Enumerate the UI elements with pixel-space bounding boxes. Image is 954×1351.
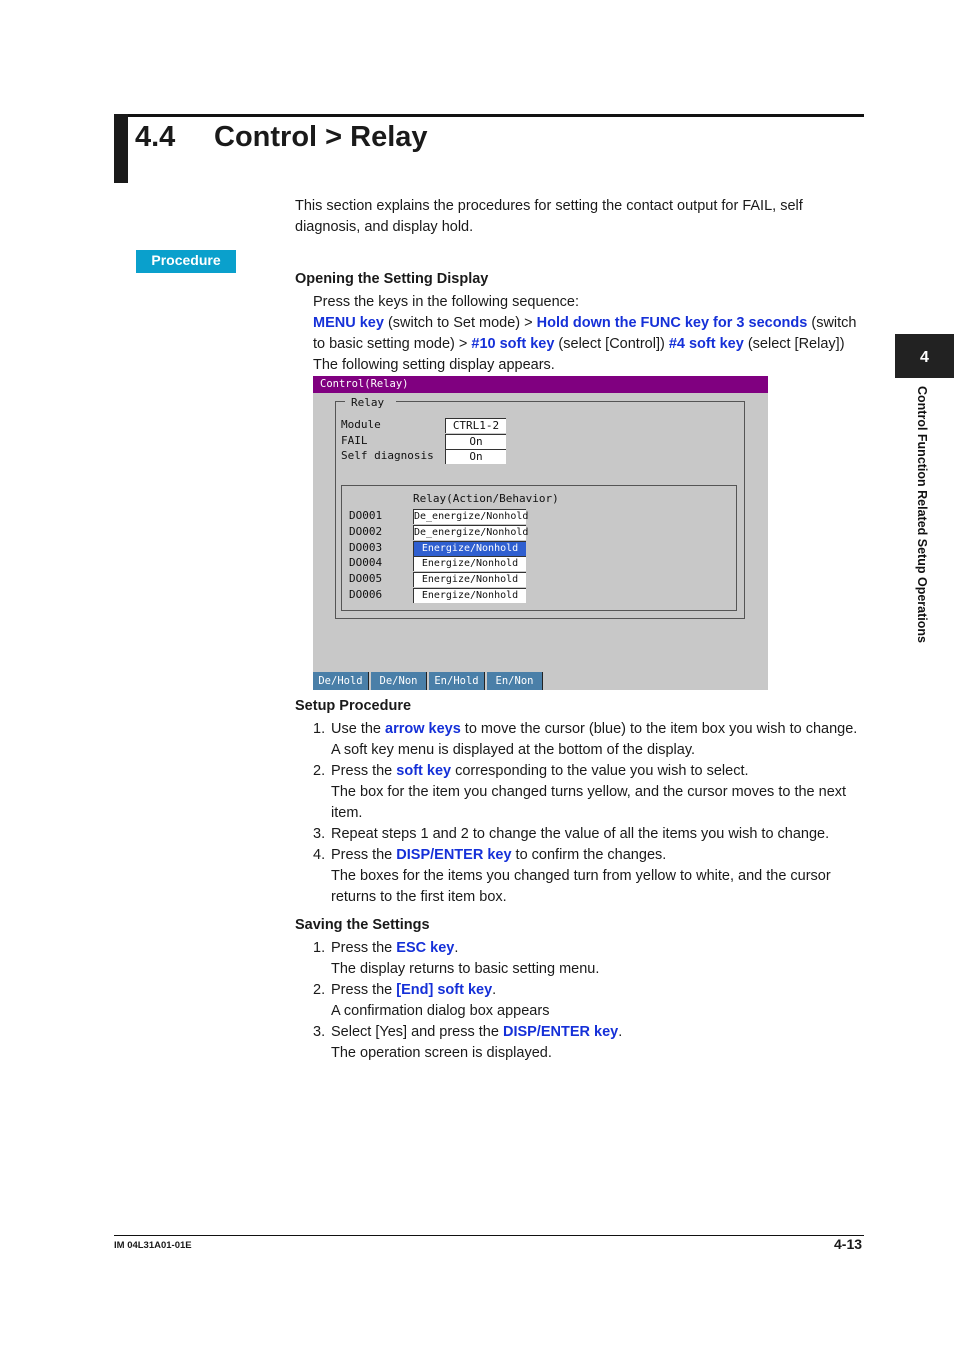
step-number: 1. (313, 940, 326, 956)
relay-value-box[interactable]: Energize/Nonhold (413, 572, 526, 588)
opening-line1: Press the keys in the following sequence… (313, 294, 579, 310)
relay-id: DO006 (349, 588, 383, 601)
key-reference: #10 soft key (471, 336, 555, 352)
step-text: Repeat steps 1 and 2 to change the value… (331, 824, 861, 845)
key-reference: Hold down the FUNC key for 3 seconds (536, 315, 808, 331)
softkey-button[interactable]: De/Non (371, 672, 427, 690)
key-reference: MENU key (313, 315, 384, 331)
footer-rule (114, 1235, 864, 1236)
softkey-button[interactable]: De/Hold (313, 672, 369, 690)
field-label: Self diagnosis (341, 449, 434, 462)
text-run: . (454, 940, 459, 956)
step-note: A confirmation dialog box appears (331, 1003, 550, 1019)
step-text: Use the arrow keys to move the cursor (b… (331, 719, 861, 761)
step-text: Press the ESC key. The display returns to… (331, 938, 861, 980)
relay-action-header: Relay(Action/Behavior) (413, 492, 559, 505)
relay-value-box[interactable]: Energize/Nonhold (413, 556, 526, 572)
text-run: (select [Control]) (554, 336, 669, 352)
key-reference: arrow keys (385, 721, 461, 737)
setup-heading: Setup Procedure (295, 698, 412, 714)
intro-paragraph: This section explains the procedures for… (295, 198, 803, 235)
step-number: 2. (313, 982, 326, 998)
softkey-button[interactable]: En/Hold (429, 672, 485, 690)
text-run: to move the cursor (blue) to the item bo… (460, 721, 858, 737)
key-reference: #4 soft key (668, 336, 744, 352)
text-run: Press the (331, 847, 397, 863)
footer-doc-id: IM 04L31A01-01E (114, 1240, 192, 1251)
relay-value-box-selected[interactable]: Energize/Nonhold (413, 540, 526, 556)
title-bar-marker (114, 114, 128, 183)
step-number: 3. (313, 826, 326, 842)
step-text: Press the [End] soft key. A confirmation … (331, 980, 861, 1022)
softkey-button[interactable]: En/Non (487, 672, 543, 690)
relay-value-box[interactable]: De_energize/Nonhold (413, 524, 528, 540)
text-run: Press the (331, 940, 397, 956)
key-reference: DISP/ENTER key (502, 1024, 619, 1040)
opening-heading: Opening the Setting Display (295, 271, 489, 287)
relay-value-box[interactable]: Energize/Nonhold (413, 588, 526, 603)
key-reference: ESC key (396, 940, 455, 956)
text-run: to confirm the changes. (511, 847, 667, 863)
text-run: (switch to Set mode) > (383, 315, 537, 331)
step-text: Press the soft key corresponding to the … (331, 761, 861, 824)
step-note: The display returns to basic setting men… (331, 961, 600, 977)
field-value-box[interactable]: On (445, 433, 506, 449)
chapter-tab-label: Control Function Related Setup Operation… (915, 386, 929, 643)
step-note: The box for the item you changed turns y… (331, 784, 847, 821)
step-text: Press the DISP/ENTER key to confirm the … (331, 845, 861, 908)
text-run: . (618, 1024, 623, 1040)
text-run: Use the (331, 721, 385, 737)
text-run: Repeat steps 1 and 2 to change the value… (331, 826, 830, 842)
text-run: Press the (331, 763, 397, 779)
screen-title-bar: Control(Relay) (313, 376, 768, 393)
field-label: Module (341, 418, 381, 431)
setting-display-screenshot: Control(Relay) Relay Module CTRL1-2 FAIL On… (313, 376, 768, 690)
key-reference: [End] soft key (396, 982, 493, 998)
relay-id: DO005 (349, 572, 383, 586)
relay-id: DO003 (349, 540, 383, 554)
field-label: FAIL (341, 433, 368, 447)
step-text: Select [Yes] and press the DISP/ENTER ke… (331, 1022, 861, 1064)
field-value-box[interactable]: On (445, 449, 506, 464)
relay-id: DO004 (349, 556, 383, 570)
key-reference: DISP/ENTER key (396, 847, 512, 863)
saving-heading: Saving the Settings (295, 917, 430, 933)
relay-group-label: Relay (345, 396, 397, 409)
section-number: 4.4 (135, 121, 176, 153)
field-value-box[interactable]: CTRL1-2 (445, 418, 506, 433)
procedure-badge: Procedure (136, 250, 236, 273)
footer-page-number: 4-13 (834, 1236, 863, 1252)
step-note: The operation screen is displayed. (331, 1045, 552, 1061)
key-sequence: MENU key (switch to Set mode) > Hold dow… (313, 313, 861, 355)
text-run: corresponding to the value you wish to s… (451, 763, 749, 779)
relay-id: DO001 (349, 509, 383, 522)
text-run: (select [Relay]) (743, 336, 845, 352)
text-run: . (492, 982, 497, 998)
softkey-bar: De/Hold De/Non En/Hold En/Non (313, 672, 545, 690)
step-number: 4. (313, 847, 326, 863)
step-note: The boxes for the items you changed turn… (331, 868, 831, 905)
opening-body: Press the keys in the following sequence… (313, 292, 861, 376)
text-run: Select [Yes] and press the (331, 1024, 503, 1040)
page-title: Control > Relay (214, 121, 428, 153)
opening-line-after: The following setting display appears. (313, 357, 555, 373)
relay-value-box[interactable]: De_energize/Nonhold (413, 509, 528, 524)
title-rule (127, 114, 864, 117)
text-run: Press the (331, 982, 397, 998)
key-reference: soft key (396, 763, 452, 779)
step-number: 2. (313, 763, 326, 779)
step-note: A soft key menu is displayed at the bott… (331, 742, 696, 758)
step-number: 3. (313, 1024, 326, 1040)
chapter-tab: 4 (895, 334, 954, 378)
relay-id: DO002 (349, 524, 383, 538)
step-number: 1. (313, 721, 326, 737)
